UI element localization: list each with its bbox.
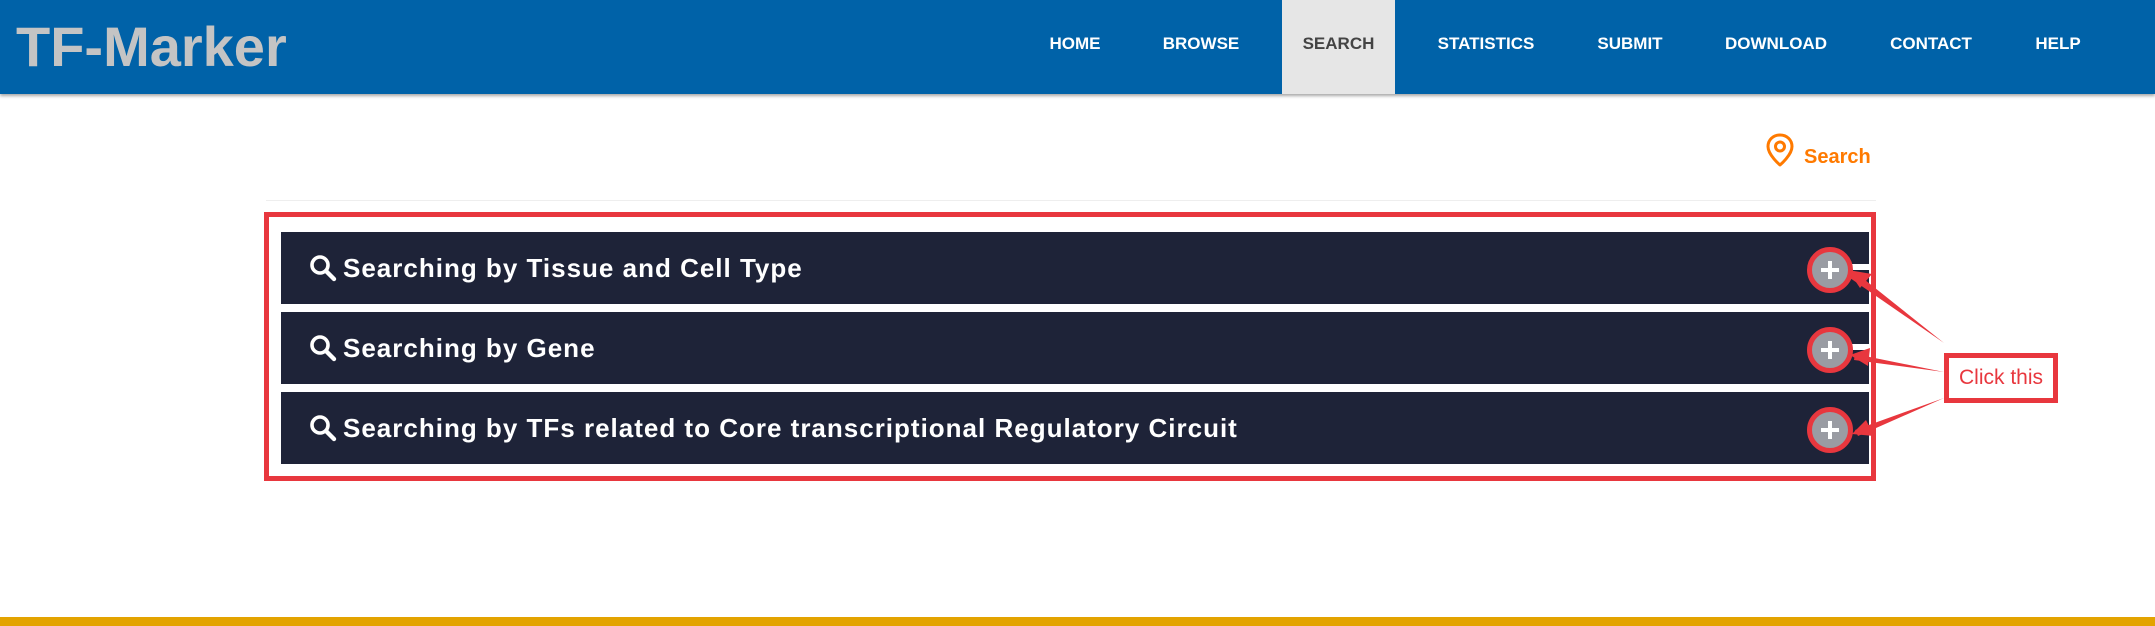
plus-circle-icon[interactable]	[1807, 247, 1853, 293]
nav-search[interactable]: SEARCH	[1282, 0, 1395, 94]
search-icon	[310, 335, 337, 362]
nav-download[interactable]: DOWNLOAD	[1712, 0, 1840, 94]
divider	[266, 200, 1876, 201]
plus-circle-icon[interactable]	[1807, 407, 1853, 453]
nav-help[interactable]: HELP	[2022, 0, 2094, 94]
panel-title: Searching by Tissue and Cell Type	[343, 253, 803, 283]
panel-title: Searching by TFs related to Core transcr…	[343, 413, 1238, 443]
search-icon	[310, 415, 337, 442]
panel-search-gene[interactable]: Searching by Gene	[281, 312, 1869, 384]
footer-accent-line	[0, 617, 2155, 626]
nav-submit[interactable]: SUBMIT	[1585, 0, 1675, 94]
panel-search-core-regulatory-circuit[interactable]: Searching by TFs related to Core transcr…	[281, 392, 1869, 464]
plus-circle-icon[interactable]	[1807, 327, 1853, 373]
breadcrumb-current[interactable]: Search	[1804, 146, 1871, 169]
panel-search-tissue-cell-type[interactable]: Searching by Tissue and Cell Type	[281, 232, 1869, 304]
nav-home[interactable]: HOME	[1032, 0, 1118, 94]
search-icon	[310, 255, 337, 282]
page: TF-Marker HOME BROWSE SEARCH STATISTICS …	[0, 0, 2155, 626]
top-navbar: TF-Marker HOME BROWSE SEARCH STATISTICS …	[0, 0, 2155, 94]
nav-browse[interactable]: BROWSE	[1148, 0, 1254, 94]
callout-label: Click this	[1944, 353, 2058, 403]
location-pin-icon	[1766, 133, 1794, 167]
nav-contact[interactable]: CONTACT	[1876, 0, 1986, 94]
nav-statistics[interactable]: STATISTICS	[1424, 0, 1548, 94]
site-logo[interactable]: TF-Marker	[16, 14, 287, 80]
panel-title: Searching by Gene	[343, 333, 596, 363]
